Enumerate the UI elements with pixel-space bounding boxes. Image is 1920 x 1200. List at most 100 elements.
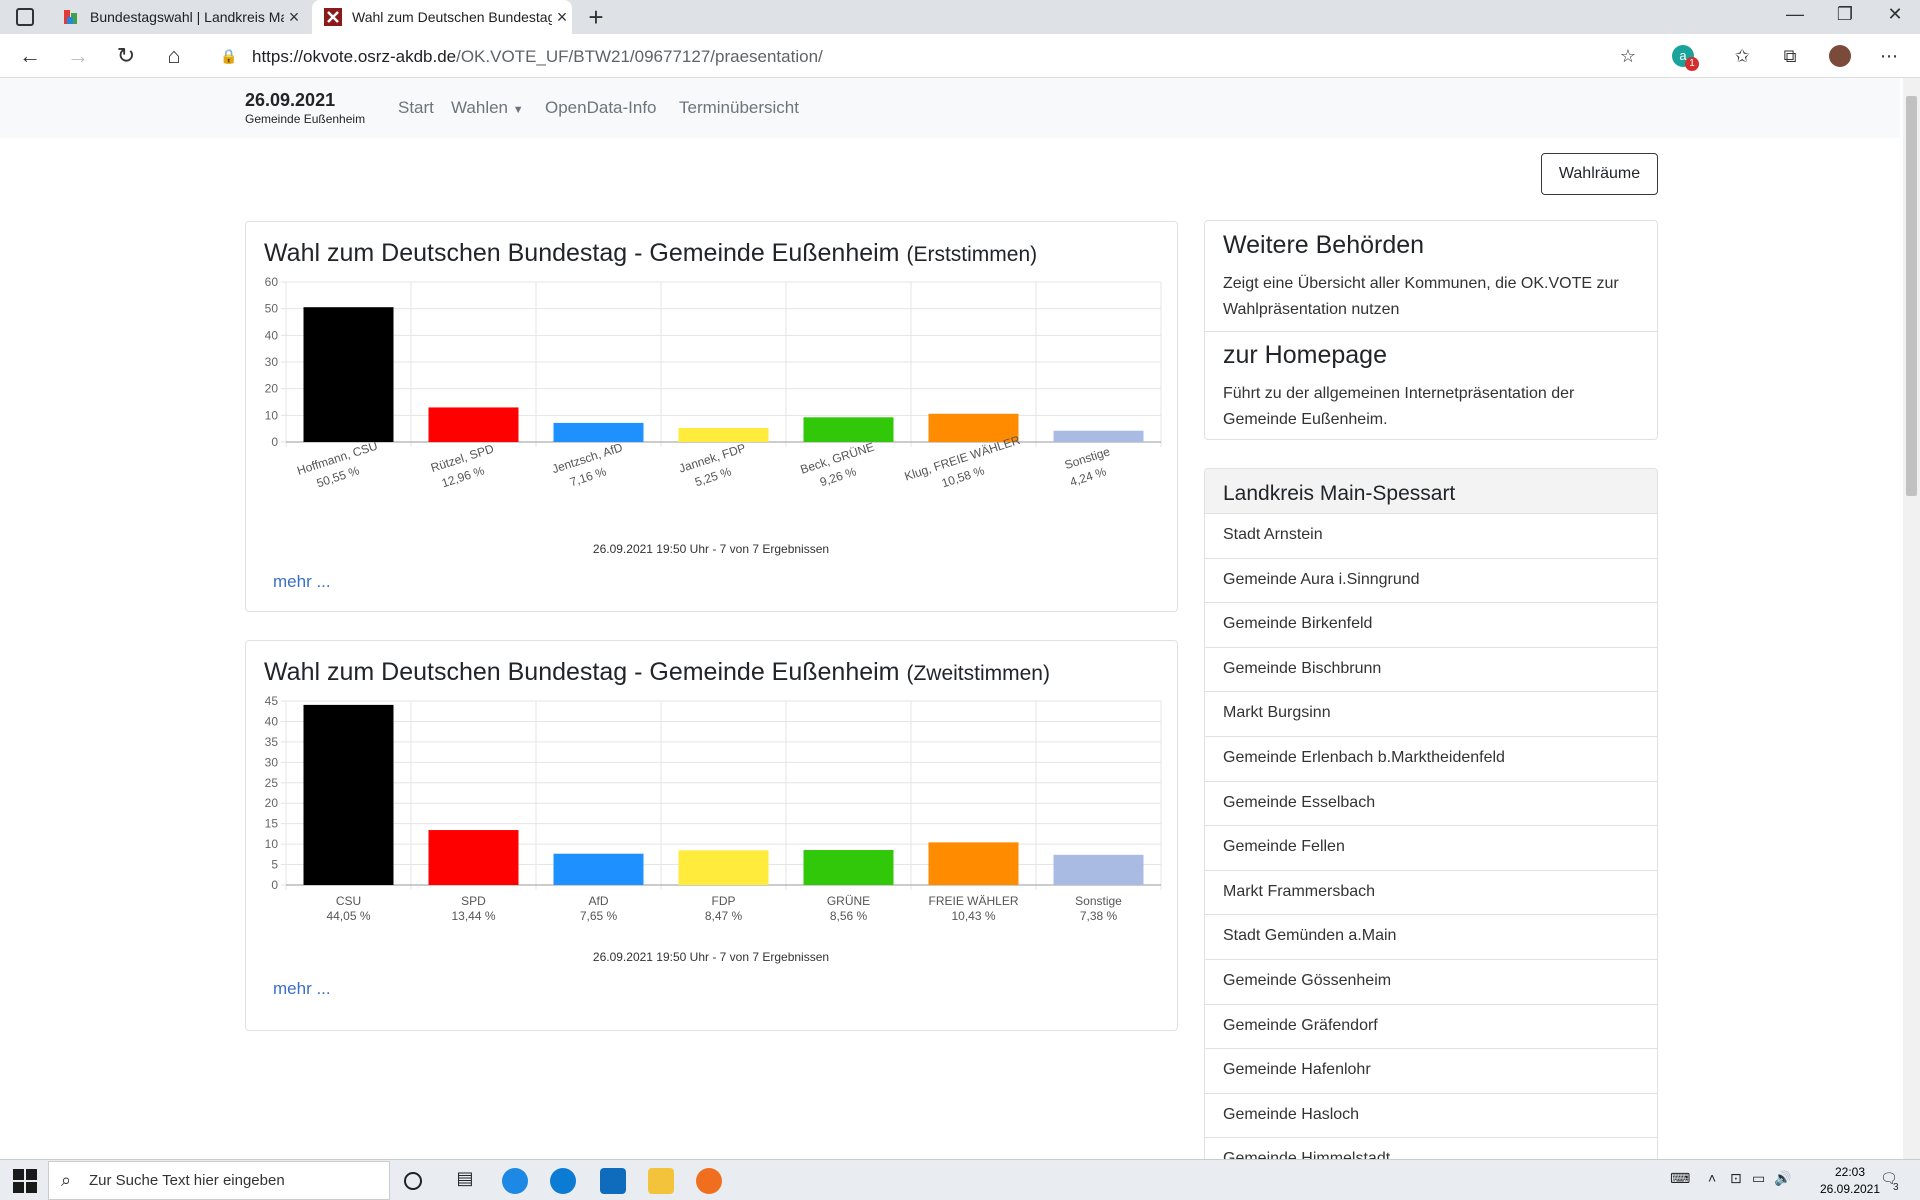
taskbar-search-input[interactable]: ⌕ Zur Suche Text hier eingeben xyxy=(48,1161,390,1200)
internet-explorer-icon[interactable] xyxy=(502,1168,528,1194)
mehr-link[interactable]: mehr ... xyxy=(273,979,331,999)
divider xyxy=(1205,331,1657,332)
tray-expand-icon[interactable]: ˄ xyxy=(1708,1170,1716,1186)
municipality-list-item[interactable]: Gemeinde Bischbrunn xyxy=(1205,648,1657,693)
address-bar-row: ← → ↻ ⌂ 🔒 https://okvote.osrz-akdb.de/OK… xyxy=(0,34,1920,78)
municipality-list-item[interactable]: Markt Burgsinn xyxy=(1205,692,1657,737)
nav-opendata[interactable]: OpenData-Info xyxy=(545,98,657,118)
municipality-list-item[interactable]: Stadt Gemünden a.Main xyxy=(1205,915,1657,960)
tab-title: Bundestagswahl | Landkreis Main xyxy=(90,9,284,25)
y-tick-label: 45 xyxy=(265,696,279,708)
windows-taskbar: ⌕ Zur Suche Text hier eingeben ▤ ⌨ ˄ ⊡ ▭… xyxy=(0,1159,1920,1200)
municipality-list-item[interactable]: Gemeinde Aura i.Sinngrund xyxy=(1205,559,1657,604)
network-icon[interactable]: ⊡ xyxy=(1730,1170,1742,1187)
reload-icon[interactable]: ↻ xyxy=(112,42,140,70)
chart-subtitle: (Erststimmen) xyxy=(906,243,1038,266)
nav-wahlen-label: Wahlen xyxy=(451,98,509,117)
y-tick-label: 20 xyxy=(265,382,279,396)
firefox-icon[interactable] xyxy=(696,1168,722,1194)
profile-avatar[interactable] xyxy=(1829,45,1851,67)
x-tick-label: Sonstige xyxy=(1075,894,1122,908)
y-tick-label: 40 xyxy=(265,328,279,342)
outlook-icon[interactable] xyxy=(600,1168,626,1194)
chart-title-text: Wahl zum Deutschen Bundestag - Gemeinde … xyxy=(264,239,900,267)
wahlraeume-button[interactable]: Wahlräume xyxy=(1541,153,1658,195)
tab-bundestagswahl-landkreis[interactable]: Bundestagswahl | Landkreis Main × xyxy=(52,0,304,34)
chart-title-text: Wahl zum Deutschen Bundestag - Gemeinde … xyxy=(264,658,900,686)
brand-date[interactable]: 26.09.2021 xyxy=(245,90,335,111)
municipality-list-item[interactable]: Gemeinde Gössenheim xyxy=(1205,960,1657,1005)
y-tick-label: 10 xyxy=(265,837,279,851)
edge-icon[interactable] xyxy=(550,1168,576,1194)
cortana-icon[interactable] xyxy=(404,1172,422,1190)
clock-time[interactable]: 22:03 xyxy=(1820,1165,1880,1179)
tab-wahl-bundestag[interactable]: Wahl zum Deutschen Bundestag × xyxy=(312,0,572,34)
clock-date[interactable]: 26.09.2021 xyxy=(1810,1182,1890,1196)
y-tick-label: 5 xyxy=(271,858,278,872)
municipality-list-item[interactable]: Gemeinde Gräfendorf xyxy=(1205,1005,1657,1050)
bar xyxy=(303,307,394,442)
x-tick-label: AfD xyxy=(588,894,608,908)
y-tick-label: 50 xyxy=(265,302,279,316)
weitere-behoerden-link[interactable]: Weitere Behörden xyxy=(1223,231,1424,260)
municipality-list-item[interactable]: Gemeinde Fellen xyxy=(1205,826,1657,871)
search-icon: ⌕ xyxy=(61,1170,72,1190)
x-value-label: 7,65 % xyxy=(580,909,618,923)
municipality-list-item[interactable]: Gemeinde Esselbach xyxy=(1205,782,1657,827)
forward-icon[interactable]: → xyxy=(64,42,92,70)
chart-subtitle: (Zweitstimmen) xyxy=(906,662,1050,685)
y-tick-label: 15 xyxy=(265,817,279,831)
chart-timestamp: 26.09.2021 19:50 Uhr - 7 von 7 Ergebniss… xyxy=(592,950,830,964)
collections-icon[interactable]: ⧉ xyxy=(1779,45,1801,67)
list-header: Landkreis Main-Spessart xyxy=(1205,469,1657,514)
volume-icon[interactable]: 🔊 xyxy=(1774,1170,1791,1187)
favorites-icon[interactable]: ✩ xyxy=(1731,45,1753,67)
scrollbar-thumb[interactable] xyxy=(1906,96,1917,496)
chart-title: Wahl zum Deutschen Bundestag - Gemeinde … xyxy=(264,658,1050,687)
x-value-label: 8,47 % xyxy=(705,909,743,923)
homepage-link[interactable]: zur Homepage xyxy=(1223,341,1387,370)
municipality-list-item[interactable]: Gemeinde Birkenfeld xyxy=(1205,603,1657,648)
nav-terminuebersicht[interactable]: Terminübersicht xyxy=(679,98,799,118)
search-placeholder: Zur Suche Text hier eingeben xyxy=(89,1172,285,1189)
x-value-label: 13,44 % xyxy=(451,909,495,923)
close-tab-icon[interactable]: × xyxy=(284,7,304,28)
bar xyxy=(428,407,519,442)
extension-badge: 1 xyxy=(1685,57,1699,71)
municipality-list-item[interactable]: Gemeinde Himmelstadt xyxy=(1205,1138,1657,1159)
battery-icon[interactable]: ▭ xyxy=(1752,1170,1765,1187)
y-tick-label: 25 xyxy=(265,776,279,790)
back-icon[interactable]: ← xyxy=(16,42,44,70)
brand-municipality[interactable]: Gemeinde Eußenheim xyxy=(245,112,365,126)
mehr-link[interactable]: mehr ... xyxy=(273,572,331,592)
add-favorite-icon[interactable]: ☆ xyxy=(1617,45,1639,67)
page-scrollbar[interactable] xyxy=(1903,78,1920,1159)
close-tab-icon[interactable]: × xyxy=(552,7,572,28)
municipality-list-item[interactable]: Gemeinde Hafenlohr xyxy=(1205,1049,1657,1094)
x-tick-label: FREIE WÄHLER xyxy=(928,894,1018,908)
notification-count: 3 xyxy=(1893,1182,1899,1193)
nav-start[interactable]: Start xyxy=(398,98,434,118)
y-tick-label: 35 xyxy=(265,735,279,749)
minimize-icon[interactable]: — xyxy=(1775,4,1815,25)
new-tab-icon[interactable]: + xyxy=(582,2,610,33)
municipality-list-item[interactable]: Gemeinde Erlenbach b.Marktheidenfeld xyxy=(1205,737,1657,782)
more-menu-icon[interactable]: ⋯ xyxy=(1878,45,1900,67)
y-tick-label: 60 xyxy=(265,277,279,289)
nav-wahlen-dropdown[interactable]: Wahlen ▼ xyxy=(451,98,524,118)
municipality-list-item[interactable]: Gemeinde Hasloch xyxy=(1205,1094,1657,1139)
file-explorer-icon[interactable] xyxy=(648,1168,674,1194)
home-icon[interactable]: ⌂ xyxy=(160,42,188,70)
y-tick-label: 30 xyxy=(265,755,279,769)
windows-start-icon[interactable] xyxy=(12,1168,38,1194)
lock-icon[interactable]: 🔒 xyxy=(218,45,240,67)
restore-icon[interactable]: ❐ xyxy=(1825,4,1865,25)
close-window-icon[interactable]: ✕ xyxy=(1875,4,1915,25)
url-field[interactable]: https://okvote.osrz-akdb.de/OK.VOTE_UF/B… xyxy=(252,44,1702,70)
municipality-list-item[interactable]: Markt Frammersbach xyxy=(1205,871,1657,916)
x-value-label: 7,38 % xyxy=(1080,909,1118,923)
keyboard-icon[interactable]: ⌨ xyxy=(1670,1170,1690,1187)
task-view-icon[interactable]: ▤ xyxy=(452,1168,478,1194)
municipality-list-item[interactable]: Stadt Arnstein xyxy=(1205,514,1657,559)
tab-actions-icon[interactable] xyxy=(16,8,34,26)
